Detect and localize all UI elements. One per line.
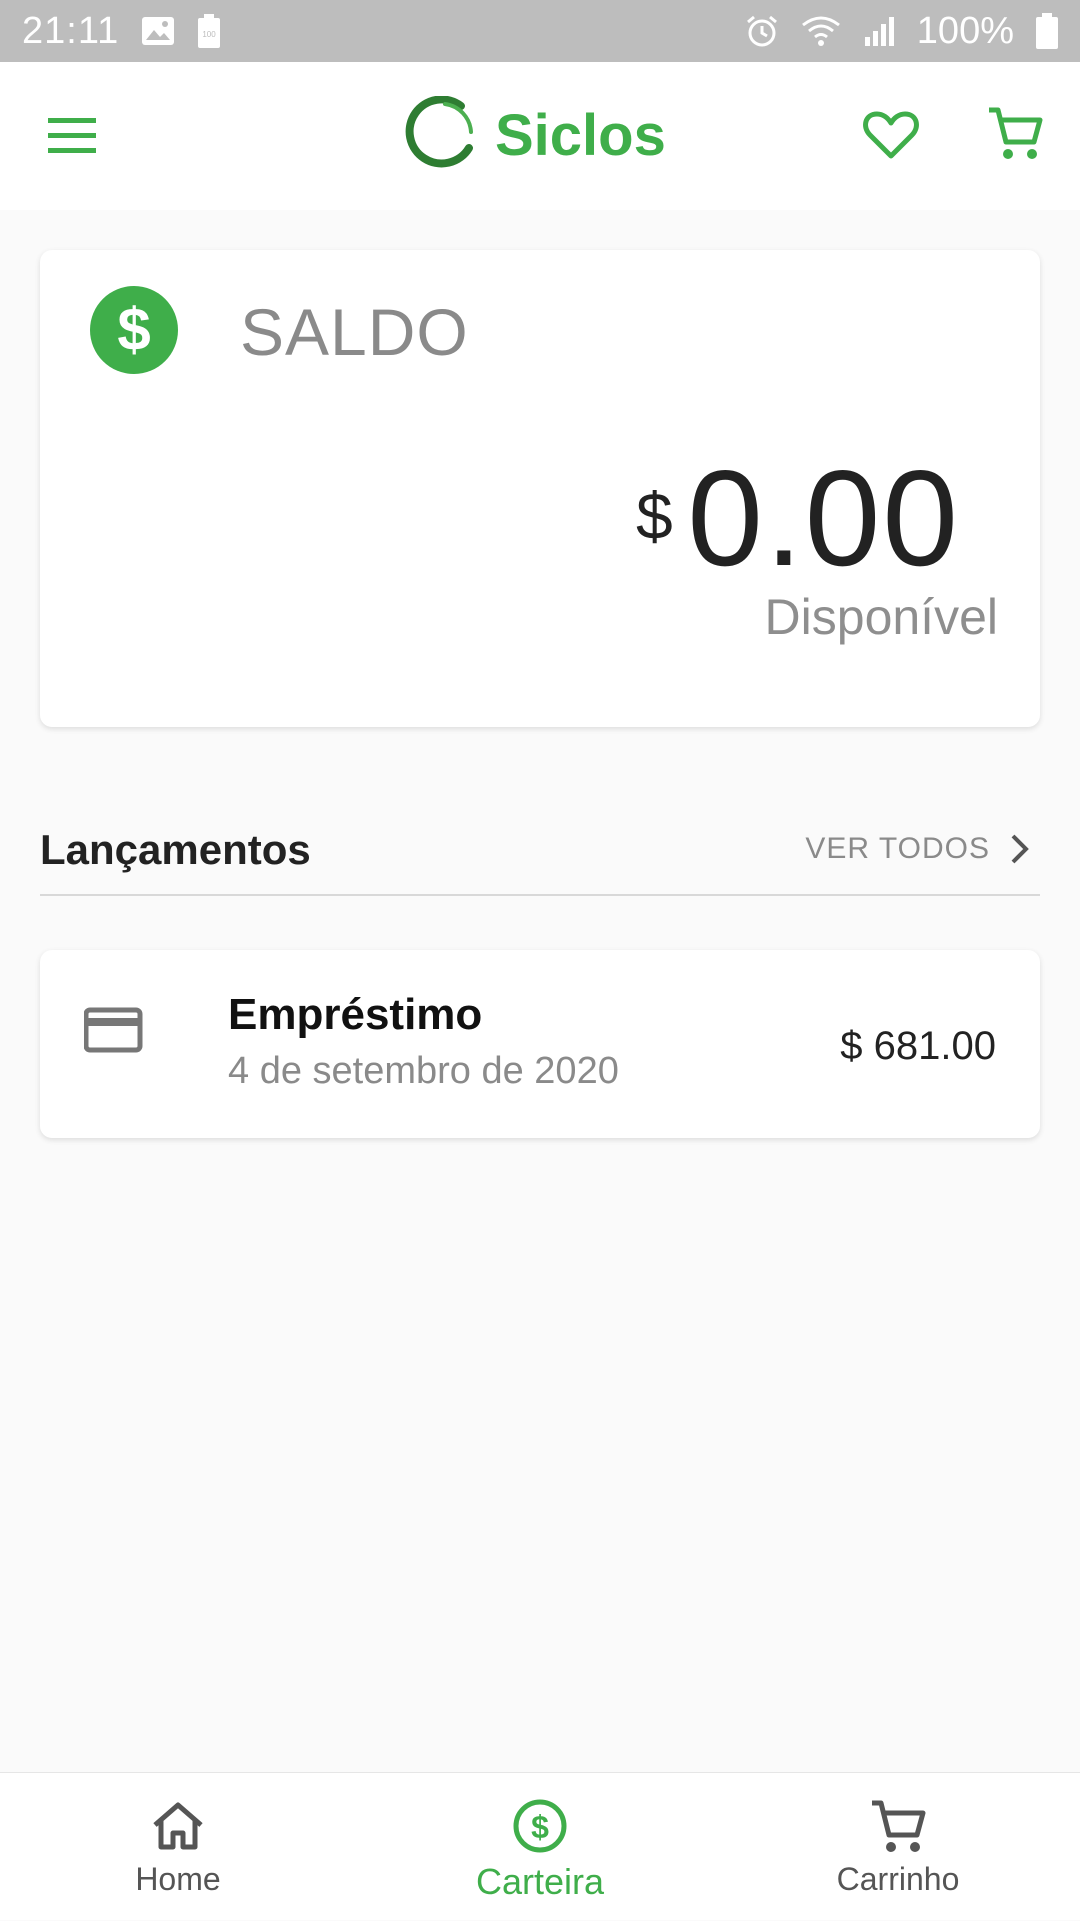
nav-cart[interactable]: Carrinho xyxy=(768,1773,1028,1921)
svg-text:100: 100 xyxy=(203,30,217,39)
cart-icon xyxy=(872,1800,926,1852)
nav-home[interactable]: Home xyxy=(48,1773,308,1921)
nav-cart-label: Carrinho xyxy=(836,1861,960,1897)
status-time: 21:11 xyxy=(22,9,120,52)
battery-percent: 100% xyxy=(916,9,1014,52)
heart-icon[interactable] xyxy=(862,106,920,164)
balance-card: $ SALDO $ 0.00 Disponível xyxy=(40,250,1040,727)
signal-icon xyxy=(864,17,894,46)
balance-currency: $ xyxy=(636,479,673,553)
transaction-item[interactable]: Empréstimo 4 de setembro de 2020 $ 681.0… xyxy=(40,950,1040,1138)
app-bar: Siclos xyxy=(0,62,1080,210)
menu-icon[interactable] xyxy=(44,110,104,162)
transactions-header: Lançamentos VER TODOS xyxy=(40,820,1040,896)
nav-home-label: Home xyxy=(135,1861,221,1897)
credit-card-icon xyxy=(84,1007,143,1053)
nav-wallet-label: Carteira xyxy=(475,1861,605,1902)
status-bar: 21:11 100 100% xyxy=(0,0,1080,62)
cart-icon[interactable] xyxy=(986,104,1044,162)
status-right: 100% xyxy=(745,10,1058,53)
bottom-nav: Home $ Carteira Carrinho xyxy=(0,1772,1080,1920)
alarm-icon xyxy=(746,15,777,47)
see-all-label: VER TODOS xyxy=(805,832,990,865)
svg-text:$: $ xyxy=(531,1809,549,1845)
battery-icon xyxy=(1036,13,1058,49)
svg-text:$: $ xyxy=(117,296,150,363)
balance-available-label: Disponível xyxy=(764,589,998,645)
home-icon xyxy=(153,1802,203,1850)
image-icon xyxy=(142,17,175,45)
chevron-right-icon xyxy=(1011,834,1029,864)
balance-amount: 0.00 xyxy=(687,442,960,594)
dollar-circle-icon: $ xyxy=(90,286,178,374)
transaction-amount: $ 681.00 xyxy=(840,1024,996,1068)
wifi-icon xyxy=(801,16,840,46)
see-all-link[interactable]: VER TODOS xyxy=(805,832,1032,866)
brand-name: Siclos xyxy=(495,102,666,168)
dollar-circle-icon: $ xyxy=(513,1799,567,1853)
siclos-logo-icon xyxy=(405,96,473,168)
brand-logo: Siclos xyxy=(405,96,666,174)
transaction-title: Empréstimo xyxy=(228,990,483,1039)
nav-wallet[interactable]: $ Carteira xyxy=(410,1773,670,1921)
balance-title: SALDO xyxy=(240,295,469,369)
status-left: 21:11 100 xyxy=(22,10,221,53)
transaction-date: 4 de setembro de 2020 xyxy=(228,1050,619,1092)
section-title: Lançamentos xyxy=(40,826,311,873)
battery-saver-icon: 100 xyxy=(198,14,221,48)
